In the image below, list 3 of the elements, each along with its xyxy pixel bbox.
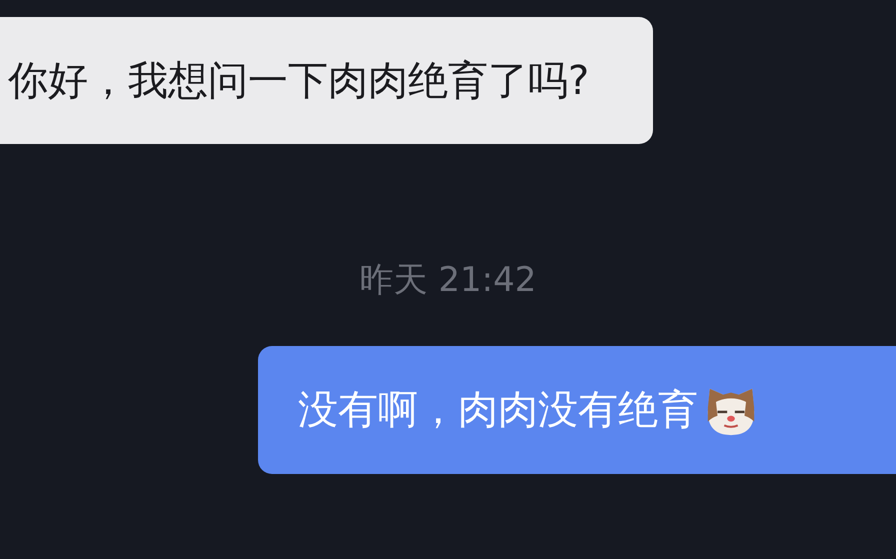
message-bubble: 你好，我想问一下肉肉绝育了吗?: [0, 17, 654, 144]
message-text: 没有啊，肉肉没有绝育: [298, 388, 698, 432]
timestamp: 昨天 21:42: [360, 260, 536, 300]
